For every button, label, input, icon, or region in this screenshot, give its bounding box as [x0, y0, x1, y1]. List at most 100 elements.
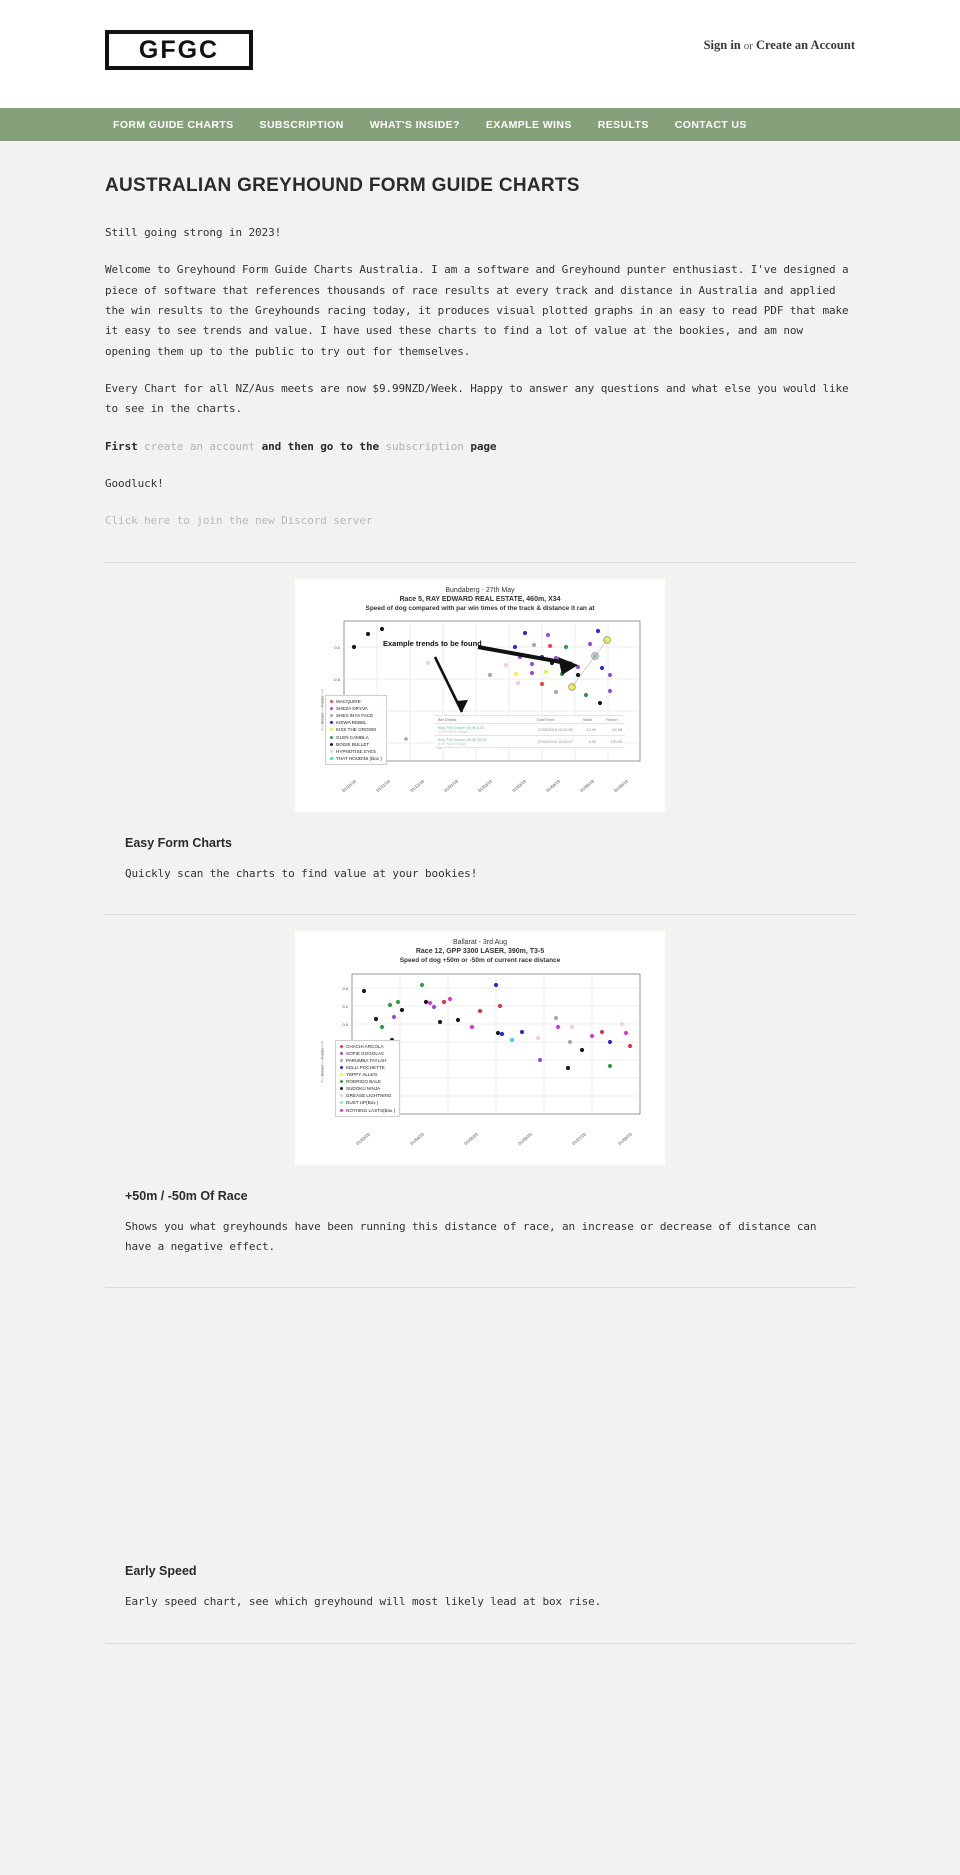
legend-color-dot — [330, 735, 333, 739]
svg-text:01/11/18: 01/11/18 — [375, 778, 391, 793]
chart-2-subtitle2: Speed of dog +50m or -50m of current rac… — [399, 957, 561, 965]
legend-item: THAT HOUDINI (Box ) — [330, 755, 382, 762]
main-content: AUSTRALIAN GREYHOUND FORM GUIDE CHARTS S… — [105, 141, 855, 1644]
legend-color-dot — [340, 1108, 343, 1112]
feature-1-title: Easy Form Charts — [125, 836, 232, 850]
create-account-link[interactable]: Create an Account — [756, 38, 855, 52]
legend-label: GLEN CAMBLA — [336, 734, 369, 740]
legend-item: HYPNOTISE EYES — [330, 748, 382, 755]
legend-label: NOTHING LASTS(Box ) — [346, 1107, 396, 1113]
svg-text:01/07/20: 01/07/20 — [571, 1131, 587, 1146]
legend-label: BOGIE BULLET — [336, 741, 370, 747]
col-date-time: Date/Time — [515, 715, 576, 724]
legend-color-dot — [340, 1058, 343, 1062]
nav-item-results[interactable]: RESULTS — [598, 119, 649, 131]
nav-item-whats-inside[interactable]: WHAT'S INSIDE? — [370, 119, 460, 131]
legend-color-dot — [330, 700, 333, 704]
svg-text:01/10/18: 01/10/18 — [341, 778, 357, 793]
logo-text: GFGC — [138, 35, 220, 64]
legend-item: KISS THE GROOM — [330, 726, 382, 733]
cell-bet-detail: Kiss The Groom (5) @ 4.33 13.99 NZD Sing… — [435, 723, 516, 736]
legend-color-dot — [340, 1051, 343, 1055]
subscription-inline-link[interactable]: subscription — [386, 440, 464, 453]
legend-color-dot — [340, 1101, 343, 1105]
chart-1-bet-details-table: Bet Details Date/Time Stake Return Kiss … — [435, 715, 625, 748]
cell-stake: 5.00 — [575, 735, 599, 748]
legend-item: YEPPY ALLEN — [340, 1071, 395, 1078]
chart-1-subtitle: Race 5, RAY EDWARD REAL ESTATE, 460m, X3… — [399, 595, 561, 603]
legend-item: SHEZA DRYVA — [330, 705, 382, 712]
legend-color-dot — [330, 756, 333, 760]
legend-color-dot — [330, 714, 333, 718]
nav-item-example-wins[interactable]: EXAMPLE WINS — [486, 119, 572, 131]
legend-item: SUDOKU NINJA — [340, 1085, 395, 1092]
legend-color-dot — [330, 721, 333, 725]
cta-page-label: page — [470, 439, 497, 453]
legend-item: DUST UP(Box ) — [340, 1099, 395, 1106]
svg-text:01/05/19: 01/05/19 — [579, 778, 595, 793]
legend-label: RODRIGO BALE — [346, 1079, 381, 1085]
nav-item-form-guide-charts[interactable]: FORM GUIDE CHARTS — [113, 119, 234, 131]
bet-detail-sub: 13.99 NZD Single — [438, 729, 468, 734]
site-header: GFGC Sign in or Create an Account — [0, 0, 960, 108]
chart-2-legend: CHACHI ARCOLA SOFIE GOGOLAC PARUMBA TAYL… — [335, 1039, 401, 1117]
cta-first-label: First — [105, 439, 138, 453]
legend-color-dot — [340, 1080, 343, 1084]
chart-1-plot: <---Slower----Faster---> 0.0 -0.5 01/10/… — [295, 617, 665, 802]
cell-return: 60.58 — [598, 723, 625, 736]
feature-2-title: +50m / -50m Of Race — [125, 1188, 248, 1203]
legend-item: KIEWA REBEL — [330, 719, 382, 726]
legend-label: SHEZA DRYVA — [336, 706, 368, 712]
sign-in-link[interactable]: Sign in — [704, 38, 741, 52]
feature-plus-minus-50m: Ballarat - 3rd Aug Race 12, GPP 3300 LAS… — [105, 915, 855, 1257]
create-account-inline-link[interactable]: create an account — [144, 440, 255, 453]
svg-text:01/02/19: 01/02/19 — [477, 778, 493, 793]
main-navigation: FORM GUIDE CHARTS SUBSCRIPTION WHAT'S IN… — [0, 108, 960, 141]
legend-label: MACQUIRE — [336, 699, 361, 704]
chart-2-title: Ballarat - 3rd Aug — [452, 939, 508, 947]
svg-text:0.0: 0.0 — [342, 1022, 348, 1027]
chart-1-annotation: Example trends to be found — [383, 639, 482, 648]
legend-label: KELLI POCHETTE — [346, 1064, 385, 1070]
legend-label: SUDOKU NINJA — [346, 1086, 381, 1092]
legend-color-dot — [340, 1044, 343, 1048]
col-return: Return — [598, 715, 625, 724]
chart-figure-3-placeholder[interactable] — [105, 1304, 855, 1540]
cta-paragraph: First create an account and then go to t… — [105, 437, 855, 457]
svg-text:01/05/20: 01/05/20 — [463, 1131, 479, 1146]
legend-label: DUST UP(Box ) — [346, 1100, 379, 1106]
svg-text:0.4: 0.4 — [342, 986, 348, 991]
legend-label: CHACHI ARCOLA — [346, 1043, 384, 1049]
legend-label: HYPNOTISE EYES — [336, 748, 377, 754]
bet-detail-sub: 5.00 NZD Single — [438, 741, 466, 746]
svg-text:01/03/19: 01/03/19 — [511, 778, 527, 793]
legend-label: SOFIE GOGOLAC — [346, 1050, 385, 1056]
chart-figure-2[interactable]: Ballarat - 3rd Aug Race 12, GPP 3300 LAS… — [295, 931, 665, 1165]
legend-color-dot — [330, 749, 333, 753]
chart-2-ylabel: <---Slower----Faster---> — [319, 1041, 325, 1083]
discord-link[interactable]: Click here to join the new Discord serve… — [105, 514, 373, 527]
chart-2-plot: <---Slower----Faster---> 0.4 0.2 0.0 01/… — [295, 970, 665, 1155]
legend-label: KISS THE GROOM — [336, 727, 376, 733]
legend-item: KELLI POCHETTE — [340, 1064, 395, 1071]
nav-item-subscription[interactable]: SUBSCRIPTION — [260, 119, 344, 131]
legend-color-dot — [330, 707, 333, 711]
chart-2-subtitle: Race 12, GPP 3300 LASER, 390m, T3-5 — [415, 948, 545, 956]
chart-figure-1[interactable]: Bundaberg - 27th May Race 5, RAY EDWARD … — [295, 578, 665, 812]
legend-color-dot — [340, 1073, 343, 1077]
legend-item: BOGIE BULLET — [330, 741, 382, 748]
chart-1-ylabel: <---Slower----Faster---> — [319, 688, 325, 731]
svg-text:01/04/19: 01/04/19 — [545, 778, 561, 793]
site-logo[interactable]: GFGC — [105, 30, 253, 70]
nav-item-contact-us[interactable]: CONTACT US — [675, 119, 747, 131]
legend-label: PARUMBA TAYLAH — [346, 1057, 387, 1063]
legend-color-dot — [340, 1094, 343, 1098]
svg-text:01/06/19: 01/06/19 — [613, 778, 629, 793]
chart-1-heading: Bundaberg - 27th May Race 5, RAY EDWARD … — [295, 587, 665, 613]
tagline-text: Still going strong in 2023! — [105, 226, 282, 239]
legend-color-dot — [340, 1087, 343, 1091]
chart-1-title: Bundaberg - 27th May — [445, 586, 515, 594]
cell-datetime: 27/05/2019 10:22:30 — [515, 723, 576, 736]
chart-1-subtitle2: Speed of dog compared with par win times… — [365, 604, 595, 612]
legend-label: THAT HOUDINI (Box ) — [336, 755, 382, 761]
